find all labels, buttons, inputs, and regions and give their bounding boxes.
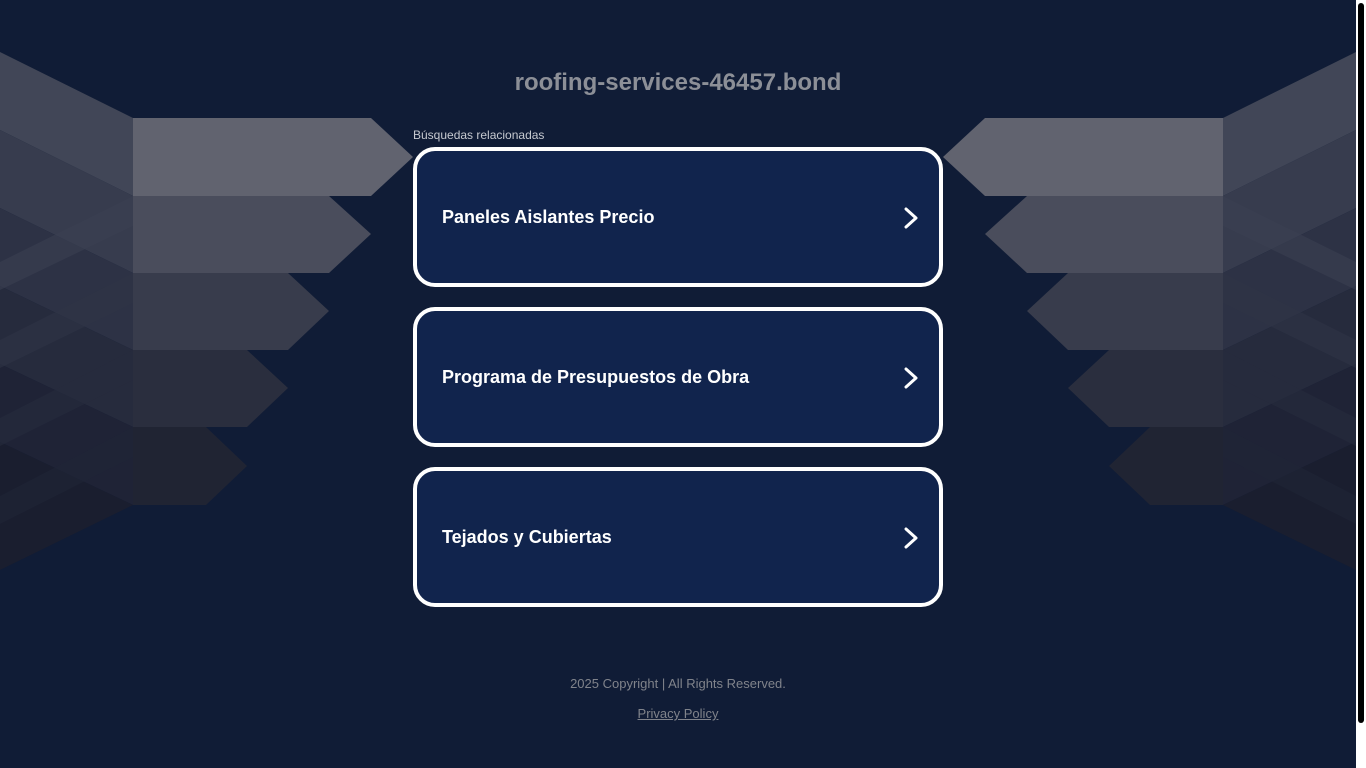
chevron-right-icon <box>904 527 918 549</box>
footer-privacy: Privacy Policy <box>0 706 1356 721</box>
related-search-link-programa-presupuestos[interactable]: Programa de Presupuestos de Obra <box>413 307 943 447</box>
related-search-label: Paneles Aislantes Precio <box>442 207 655 227</box>
domain-title: roofing-services-46457.bond <box>514 69 842 96</box>
related-search-label: Programa de Presupuestos de Obra <box>442 367 750 387</box>
parked-domain-page: roofing-services-46457.bond Búsquedas re… <box>0 0 1366 768</box>
related-search-label: Tejados y Cubiertas <box>442 527 612 547</box>
related-search-link-paneles-aislantes[interactable]: Paneles Aislantes Precio <box>413 147 943 287</box>
related-searches-label: Búsquedas relacionadas <box>413 128 545 142</box>
chevron-right-icon <box>904 367 918 389</box>
chevron-right-icon <box>904 207 918 229</box>
privacy-policy-link[interactable]: Privacy Policy <box>638 706 719 721</box>
related-search-link-tejados-cubiertas[interactable]: Tejados y Cubiertas <box>413 467 943 607</box>
scrollbar-thumb[interactable] <box>1358 3 1364 723</box>
footer-copyright: 2025 Copyright | All Rights Reserved. <box>570 676 786 691</box>
